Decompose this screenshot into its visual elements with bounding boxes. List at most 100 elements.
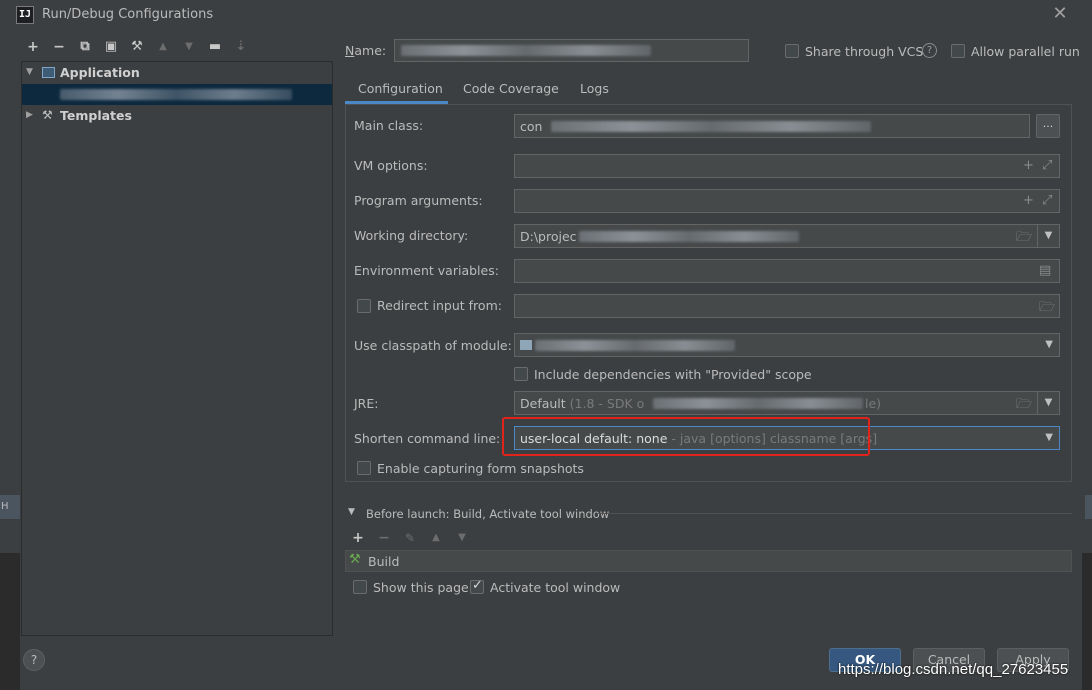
before-launch-header[interactable]: Before launch: Build, Activate tool wind… bbox=[366, 507, 609, 521]
allow-parallel-label: Allow parallel run bbox=[971, 44, 1080, 59]
tree-item-application[interactable]: ▼ Application bbox=[22, 62, 332, 83]
jre-label: JRE: bbox=[354, 396, 379, 411]
main-class-field[interactable]: con bbox=[514, 114, 1030, 138]
jre-hint: (1.8 - SDK o bbox=[569, 396, 645, 411]
edit-icon[interactable]: ✎ bbox=[401, 529, 419, 547]
tab-logs[interactable]: Logs bbox=[580, 80, 609, 106]
copy-icon[interactable]: ⧉ bbox=[76, 38, 94, 56]
main-class-value: con bbox=[520, 119, 543, 134]
redacted-config-name bbox=[60, 89, 292, 100]
share-vcs-checkbox[interactable] bbox=[785, 44, 799, 58]
allow-parallel-checkbox[interactable] bbox=[951, 44, 965, 58]
name-field[interactable] bbox=[394, 39, 749, 62]
activate-tool-checkbox[interactable] bbox=[470, 578, 484, 594]
application-icon bbox=[42, 67, 55, 78]
window-title: Run/Debug Configurations bbox=[42, 7, 214, 22]
folder-icon[interactable]: 🗁 bbox=[1039, 298, 1055, 320]
vm-options-field[interactable]: + ⤢ bbox=[514, 154, 1060, 178]
classpath-module-dropdown[interactable]: ▼ bbox=[514, 333, 1060, 357]
collapse-arrow-icon[interactable]: ▼ bbox=[26, 62, 33, 83]
program-args-field[interactable]: + ⤢ bbox=[514, 189, 1060, 213]
chevron-down-icon[interactable]: ▼ bbox=[1045, 432, 1053, 443]
hammer-icon: ⚒ bbox=[349, 552, 361, 567]
shorten-cmd-label: Shorten command line: bbox=[354, 431, 501, 446]
share-vcs-label: Share through VCS bbox=[805, 44, 924, 59]
show-page-label: Show this page bbox=[373, 580, 469, 595]
module-icon bbox=[520, 340, 532, 350]
tree-item-selected-config[interactable] bbox=[22, 84, 332, 105]
redacted-name bbox=[401, 45, 651, 56]
list-item[interactable]: Build bbox=[368, 554, 399, 569]
save-icon[interactable]: ▣ bbox=[102, 38, 120, 56]
close-icon[interactable]: ✕ bbox=[1050, 4, 1070, 24]
jre-default: Default bbox=[520, 396, 566, 411]
tab-code-coverage[interactable]: Code Coverage bbox=[463, 80, 559, 106]
wrench-icon[interactable]: ⚒ bbox=[128, 38, 146, 56]
move-down-icon[interactable]: ▼ bbox=[180, 38, 198, 56]
capture-snapshots-checkbox[interactable] bbox=[357, 461, 371, 475]
expand-icon[interactable]: ⤢ bbox=[1042, 158, 1052, 173]
tree-label-templates: Templates bbox=[60, 108, 132, 123]
activate-tool-label: Activate tool window bbox=[490, 580, 621, 595]
collapse-arrow-icon[interactable]: ▼ bbox=[348, 507, 355, 517]
move-down-icon[interactable]: ▼ bbox=[453, 529, 471, 547]
move-up-icon[interactable]: ▲ bbox=[427, 529, 445, 547]
folder-icon[interactable]: 🗁 bbox=[1016, 228, 1032, 250]
help-button[interactable]: ? bbox=[23, 649, 45, 671]
background-ide-tab: H bbox=[0, 495, 20, 519]
jre-hint-end: le) bbox=[865, 396, 882, 411]
remove-icon[interactable]: − bbox=[375, 529, 393, 547]
intellij-app-icon: IJ bbox=[16, 6, 34, 24]
add-icon[interactable]: + bbox=[24, 38, 42, 56]
tree-item-templates[interactable]: ▶ ⚒ Templates bbox=[22, 105, 332, 126]
program-args-label: Program arguments: bbox=[354, 193, 483, 208]
before-launch-list: ⚒ Build bbox=[345, 550, 1072, 572]
highlight-annotation-box bbox=[502, 417, 870, 456]
wrench-icon: ⚒ bbox=[42, 108, 53, 122]
redacted-main-class bbox=[551, 121, 871, 132]
name-label: Name: bbox=[345, 43, 387, 58]
plus-icon[interactable]: + bbox=[1023, 158, 1034, 173]
vm-options-label: VM options: bbox=[354, 158, 428, 173]
jre-value: Default (1.8 - SDK o bbox=[520, 396, 644, 411]
redirect-input-label: Redirect input from: bbox=[377, 298, 502, 313]
name-label-text: ame: bbox=[354, 43, 387, 58]
browse-button[interactable]: ... bbox=[1036, 114, 1060, 138]
include-deps-label: Include dependencies with "Provided" sco… bbox=[534, 367, 812, 382]
show-page-checkbox[interactable] bbox=[353, 580, 367, 594]
tree-label-application: Application bbox=[60, 65, 140, 80]
expand-arrow-icon[interactable]: ▶ bbox=[26, 105, 33, 126]
classpath-label: Use classpath of module: bbox=[354, 338, 512, 353]
background-ide-tab bbox=[1085, 495, 1092, 519]
capture-snapshots-label: Enable capturing form snapshots bbox=[377, 461, 584, 476]
working-dir-value: D:\projec bbox=[520, 229, 577, 244]
move-up-icon[interactable]: ▲ bbox=[154, 38, 172, 56]
background-ide-console bbox=[1082, 553, 1092, 690]
include-deps-checkbox[interactable] bbox=[514, 367, 528, 381]
working-dir-field[interactable]: D:\projec 🗁 ▼ bbox=[514, 224, 1060, 248]
remove-icon[interactable]: − bbox=[50, 38, 68, 56]
jre-field[interactable]: Default (1.8 - SDK o le) 🗁 ▼ bbox=[514, 391, 1060, 415]
redirect-input-checkbox[interactable] bbox=[357, 299, 371, 313]
working-dir-label: Working directory: bbox=[354, 228, 469, 243]
add-icon[interactable]: + bbox=[349, 529, 367, 547]
chevron-down-icon[interactable]: ▼ bbox=[1037, 225, 1059, 247]
new-folder-icon[interactable]: ▬ bbox=[206, 38, 224, 56]
document-icon[interactable]: ▤ bbox=[1039, 263, 1051, 278]
help-icon[interactable]: ? bbox=[922, 43, 937, 58]
chevron-down-icon[interactable]: ▼ bbox=[1037, 392, 1059, 414]
watermark-text: https://blog.csdn.net/qq_27623455 bbox=[838, 661, 1069, 678]
redacted-jre bbox=[653, 398, 863, 409]
redacted-working-dir bbox=[579, 231, 799, 242]
redacted-module-name bbox=[535, 340, 735, 351]
expand-icon[interactable]: ⤢ bbox=[1042, 193, 1052, 208]
folder-icon[interactable]: 🗁 bbox=[1016, 395, 1032, 417]
env-vars-label: Environment variables: bbox=[354, 263, 499, 278]
redirect-input-field[interactable]: 🗁 bbox=[514, 294, 1060, 318]
divider bbox=[598, 513, 1072, 514]
env-vars-field[interactable]: ▤ bbox=[514, 259, 1060, 283]
plus-icon[interactable]: + bbox=[1023, 193, 1034, 208]
configuration-tree: ▼ Application ▶ ⚒ Templates bbox=[21, 61, 333, 636]
chevron-down-icon[interactable]: ▼ bbox=[1045, 339, 1053, 350]
sort-icon[interactable]: ⇣ bbox=[232, 38, 250, 56]
